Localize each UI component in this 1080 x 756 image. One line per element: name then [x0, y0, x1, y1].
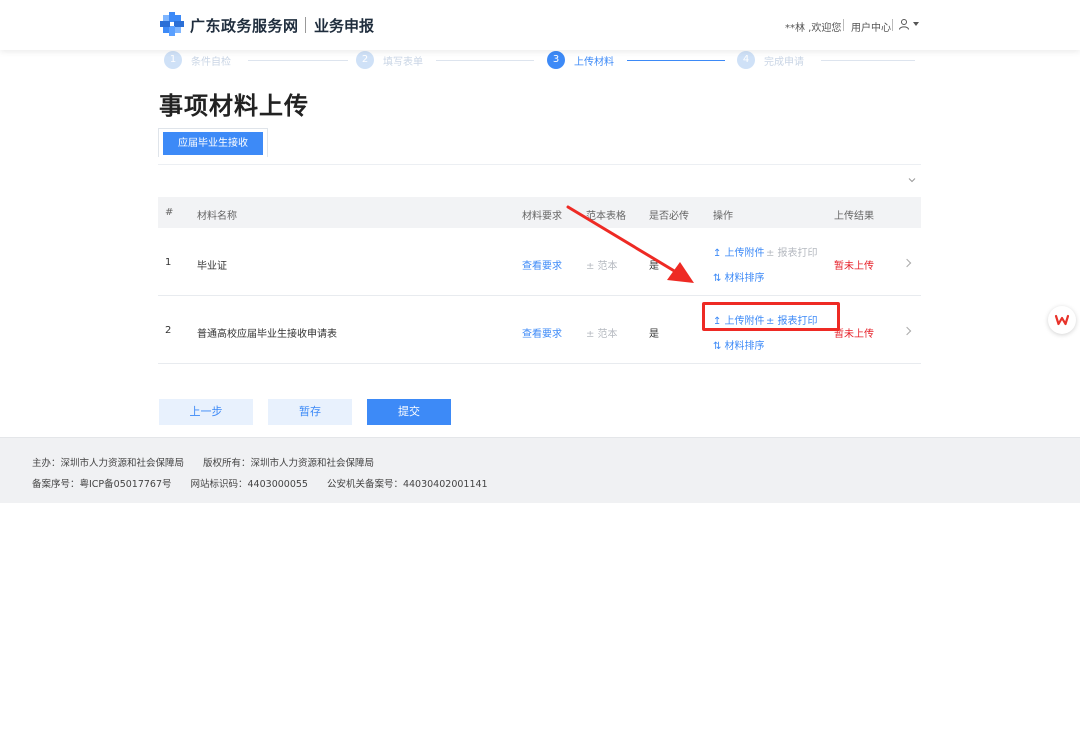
page-footer: 主办：深圳市人力资源和社会保障局 版权所有：深圳市人力资源和社会保障局 备案序号…: [0, 437, 1080, 503]
col-sample: 范本表格: [586, 211, 626, 222]
sample-link[interactable]: ± 范本: [586, 325, 618, 340]
step-number: 1: [164, 51, 182, 69]
step-connector: [436, 60, 534, 61]
site-brand[interactable]: 广东政务服务网: [190, 15, 299, 36]
user-welcome: **林 ,欢迎您: [785, 23, 842, 34]
required-flag: 是: [649, 329, 659, 340]
step-label: 上传材料: [574, 57, 614, 68]
step-number: 2: [356, 51, 374, 69]
step-connector: [821, 60, 915, 61]
chevron-right-icon[interactable]: [902, 326, 912, 336]
chevron-right-icon[interactable]: [902, 258, 912, 268]
header-divider: [892, 19, 893, 31]
page-title: 事项材料上传: [159, 92, 309, 120]
view-requirement-link[interactable]: 查看要求: [522, 257, 562, 272]
table-header: # 材料名称 材料要求 范本表格 是否必传 操作 上传结果: [158, 197, 921, 228]
prev-step-button[interactable]: 上一步: [159, 399, 253, 425]
col-required: 是否必传: [649, 211, 689, 222]
step-number: 4: [737, 51, 755, 69]
step-label: 条件自检: [191, 57, 231, 68]
user-center-link[interactable]: 用户中心: [851, 19, 891, 34]
col-result: 上传结果: [834, 211, 874, 222]
col-requirement: 材料要求: [522, 211, 562, 222]
brand-divider: [305, 17, 306, 33]
page: 广东政务服务网 业务申报 **林 ,欢迎您 用户中心 1 条件自检 2 填写表单…: [0, 0, 1080, 756]
row-name: 毕业证: [197, 261, 227, 272]
table-row: 1 毕业证 查看要求 ± 范本 是 ↥ 上传附件 ± 报表打印 ⇅ 材料排序 暂…: [158, 228, 921, 296]
step-label: 完成申请: [764, 57, 804, 68]
sort-materials-link[interactable]: ⇅ 材料排序: [713, 269, 765, 284]
view-requirement-link[interactable]: 查看要求: [522, 325, 562, 340]
row-name: 普通高校应届毕业生接收申请表: [197, 329, 337, 340]
upload-status: 暂未上传: [834, 329, 874, 340]
step-label: 填写表单: [383, 57, 423, 68]
step-connector: [248, 60, 348, 61]
logo-icon[interactable]: [160, 12, 184, 36]
step-connector: [627, 60, 725, 61]
footer-sponsor: 主办：深圳市人力资源和社会保障局 版权所有：深圳市人力资源和社会保障局: [32, 458, 375, 469]
top-header: 广东政务服务网 业务申报 **林 ,欢迎您 用户中心: [0, 0, 1080, 50]
upload-status: 暂未上传: [834, 261, 874, 272]
sort-materials-link[interactable]: ⇅ 材料排序: [713, 337, 765, 352]
progress-steps: 1 条件自检 2 填写表单 3 上传材料 4 完成申请: [160, 50, 920, 72]
save-draft-button[interactable]: 暂存: [268, 399, 352, 425]
highlight-box: [702, 302, 840, 331]
chevron-down-icon[interactable]: [907, 175, 917, 185]
row-index: 2: [165, 325, 172, 336]
col-name: 材料名称: [197, 211, 237, 222]
tab-container: 应届毕业生接收: [158, 128, 268, 157]
col-index: #: [165, 207, 174, 218]
header-divider: [843, 19, 844, 31]
row-index: 1: [165, 257, 172, 268]
required-flag: 是: [649, 261, 659, 272]
wps-float-icon[interactable]: [1048, 306, 1076, 334]
submit-button[interactable]: 提交: [367, 399, 451, 425]
col-actions: 操作: [713, 211, 733, 222]
upload-attachment-link[interactable]: ↥ 上传附件: [713, 244, 765, 259]
tab-divider: [158, 164, 921, 165]
sample-link[interactable]: ± 范本: [586, 257, 618, 272]
print-report-link[interactable]: ± 报表打印: [766, 244, 818, 259]
step-number: 3: [547, 51, 565, 69]
footer-registration: 备案序号：粤ICP备05017767号 网站标识码：4403000055 公安机…: [32, 479, 488, 490]
tab-graduate-receive[interactable]: 应届毕业生接收: [163, 132, 263, 155]
user-icon[interactable]: [898, 18, 910, 30]
caret-down-icon[interactable]: [913, 22, 919, 26]
section-title: 业务申报: [314, 17, 375, 35]
